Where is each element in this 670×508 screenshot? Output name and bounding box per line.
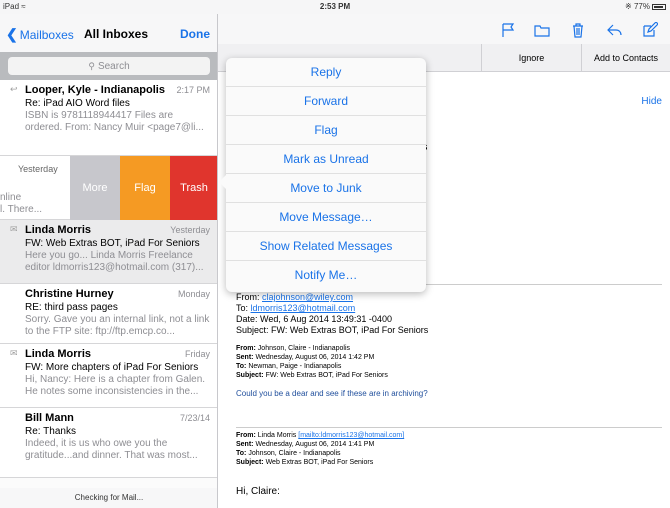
battery-icon bbox=[652, 4, 666, 10]
forward-menu-item[interactable]: Forward bbox=[226, 87, 426, 116]
search-bar: ⚲ Search bbox=[0, 52, 217, 80]
list-item[interactable]: ✉ Linda Morris Friday FW: More chapters … bbox=[0, 344, 217, 408]
move-message-menu-item[interactable]: Move Message… bbox=[226, 203, 426, 232]
fw1-subject: FW: Web Extras BOT, iPad For Seniors bbox=[265, 372, 388, 379]
date: Yesterday bbox=[18, 164, 58, 174]
nav-bar: ❮ Mailboxes All Inboxes Done bbox=[0, 14, 217, 52]
preview: nline l. There... bbox=[0, 192, 43, 215]
subject: RE: third pass pages bbox=[25, 302, 118, 313]
compose-icon[interactable] bbox=[642, 22, 658, 38]
fw2-sent: Wednesday, August 06, 2014 1:41 PM bbox=[255, 441, 375, 448]
list-item-selected[interactable]: ✉ Linda Morris Yesterday FW: Web Extras … bbox=[0, 220, 217, 284]
sender: Linda Morris bbox=[25, 224, 92, 236]
detail-toolbar bbox=[218, 14, 670, 44]
status-time: 2:53 PM bbox=[319, 2, 351, 11]
popover-arrow bbox=[219, 175, 226, 189]
list-item[interactable]: Bill Mann 7/23/14 Re: Thanks Indeed, it … bbox=[0, 408, 217, 478]
move-to-junk-menu-item[interactable]: Move to Junk bbox=[226, 174, 426, 203]
nav-title: All Inboxes bbox=[84, 27, 149, 41]
preview: Here you go... Linda Morris Freelance ed… bbox=[25, 250, 204, 273]
trash-icon[interactable] bbox=[570, 22, 586, 38]
message-body: From: clajohnson@wiley.com To: ldmorris1… bbox=[236, 292, 666, 399]
fw1-sent-label: Sent: bbox=[236, 354, 254, 361]
greeting: Hi, Claire: bbox=[236, 486, 280, 497]
chevron-left-icon: ❮ bbox=[6, 26, 18, 42]
fw2-sent-label: Sent: bbox=[236, 441, 254, 448]
folder-icon[interactable] bbox=[534, 22, 550, 38]
from-link[interactable]: clajohnson@wiley.com bbox=[262, 292, 353, 302]
question-text: Could you be a dear and see if these are… bbox=[236, 389, 428, 398]
list-item[interactable]: ↩ Looper, Kyle - Indianapolis 2:17 PM Re… bbox=[0, 80, 217, 156]
mail-status: Checking for Mail... bbox=[0, 488, 217, 508]
sender: Bill Mann bbox=[25, 412, 74, 424]
list-item[interactable]: Christine Hurney Monday RE: third pass p… bbox=[0, 284, 217, 344]
hide-details-link[interactable]: Hide bbox=[641, 96, 662, 107]
reply-menu-item[interactable]: Reply bbox=[226, 58, 426, 87]
status-bar: iPad ≈ 2:53 PM ※ 77% bbox=[0, 0, 670, 14]
fw1-from-label: From: bbox=[236, 345, 256, 352]
to-label: To: bbox=[236, 303, 249, 313]
reply-icon[interactable] bbox=[606, 22, 622, 38]
more-button[interactable]: More bbox=[70, 156, 120, 220]
sender: Linda Morris bbox=[25, 348, 92, 360]
fw1-to: Newman, Paige - Indianapolis bbox=[248, 363, 342, 370]
flag-menu-item[interactable]: Flag bbox=[226, 116, 426, 145]
date: Yesterday bbox=[170, 225, 210, 235]
fw2-mailto-link[interactable]: [mailto:ldmorris123@hotmail.com] bbox=[298, 432, 404, 439]
fw1-subject-label: Subject: bbox=[236, 372, 264, 379]
from-label: From: bbox=[236, 292, 260, 302]
subject: Re: iPad AIO Word files bbox=[25, 98, 130, 109]
date: Monday bbox=[177, 289, 210, 299]
ignore-button[interactable]: Ignore bbox=[481, 44, 581, 72]
bluetooth-icon: ※ bbox=[625, 2, 632, 11]
search-input[interactable]: ⚲ Search bbox=[8, 57, 210, 75]
add-to-contacts-button[interactable]: Add to Contacts bbox=[581, 44, 670, 72]
date: 7/23/14 bbox=[179, 413, 210, 423]
subject: FW: Web Extras BOT, iPad For Seniors bbox=[25, 238, 200, 249]
replied-icon: ↩ bbox=[10, 84, 18, 94]
date: 2:17 PM bbox=[176, 85, 210, 95]
sender: Christine Hurney bbox=[25, 288, 114, 300]
preview: Hi, Nancy: Here is a chapter from Galen.… bbox=[25, 374, 206, 397]
divider bbox=[236, 427, 662, 428]
fw2-subject-label: Subject: bbox=[236, 459, 264, 466]
fw2-subject: Web Extras BOT, iPad For Seniors bbox=[265, 459, 374, 466]
trash-button[interactable]: Trash bbox=[170, 156, 217, 220]
search-icon: ⚲ bbox=[88, 61, 95, 71]
action-popover: Reply Forward Flag Mark as Unread Move t… bbox=[219, 58, 426, 292]
fw1-to-label: To: bbox=[236, 363, 247, 370]
subject-line: Subject: FW: Web Extras BOT, iPad For Se… bbox=[236, 325, 429, 335]
fw1-sent: Wednesday, August 06, 2014 1:42 PM bbox=[255, 354, 375, 361]
show-related-menu-item[interactable]: Show Related Messages bbox=[226, 232, 426, 261]
message-list-pane: ❮ Mailboxes All Inboxes Done ⚲ Search ↩ Lo… bbox=[0, 14, 218, 508]
screen: iPad ≈ 2:53 PM ※ 77% ❮ Mailboxes All Inbo… bbox=[0, 0, 670, 508]
forward-header-1: From: Johnson, Claire - Indianapolis Sen… bbox=[236, 344, 666, 380]
forward-header-2: From: Linda Morris [mailto:ldmorris123@h… bbox=[236, 431, 404, 467]
to-link[interactable]: ldmorris123@hotmail.com bbox=[251, 303, 356, 313]
list-item-swiped[interactable]: Yesterday nline l. There... More Flag Tr… bbox=[0, 156, 217, 220]
mark-unread-menu-item[interactable]: Mark as Unread bbox=[226, 145, 426, 174]
preview: Sorry. Gave you an internal link, not a … bbox=[25, 314, 210, 337]
date: Friday bbox=[184, 349, 210, 359]
flag-button[interactable]: Flag bbox=[120, 156, 170, 220]
forwarded-icon: ✉ bbox=[10, 224, 18, 234]
fw2-to: Johnson, Claire - Indianapolis bbox=[248, 450, 341, 457]
fw2-from: Linda Morris bbox=[257, 432, 297, 439]
subject: FW: More chapters of iPad For Seniors bbox=[25, 362, 199, 373]
flag-icon[interactable] bbox=[500, 22, 516, 38]
date-line: Date: Wed, 6 Aug 2014 13:49:31 -0400 bbox=[236, 314, 392, 324]
fw2-from-label: From: bbox=[236, 432, 256, 439]
notify-me-menu-item[interactable]: Notify Me… bbox=[226, 261, 426, 290]
preview: ISBN is 9781118944417 Files are ordered.… bbox=[25, 110, 204, 133]
subject: Re: Thanks bbox=[25, 426, 76, 437]
preview: Indeed, it is us who owe you the gratitu… bbox=[25, 438, 198, 461]
mailboxes-back-button[interactable]: ❮ Mailboxes bbox=[6, 26, 74, 43]
battery-status: ※ 77% bbox=[625, 2, 666, 11]
sender: Looper, Kyle - Indianapolis bbox=[25, 84, 165, 96]
forwarded-icon: ✉ bbox=[10, 348, 18, 358]
done-button[interactable]: Done bbox=[180, 27, 210, 41]
fw1-from: Johnson, Claire - Indianapolis bbox=[257, 345, 351, 352]
fw2-to-label: To: bbox=[236, 450, 247, 457]
